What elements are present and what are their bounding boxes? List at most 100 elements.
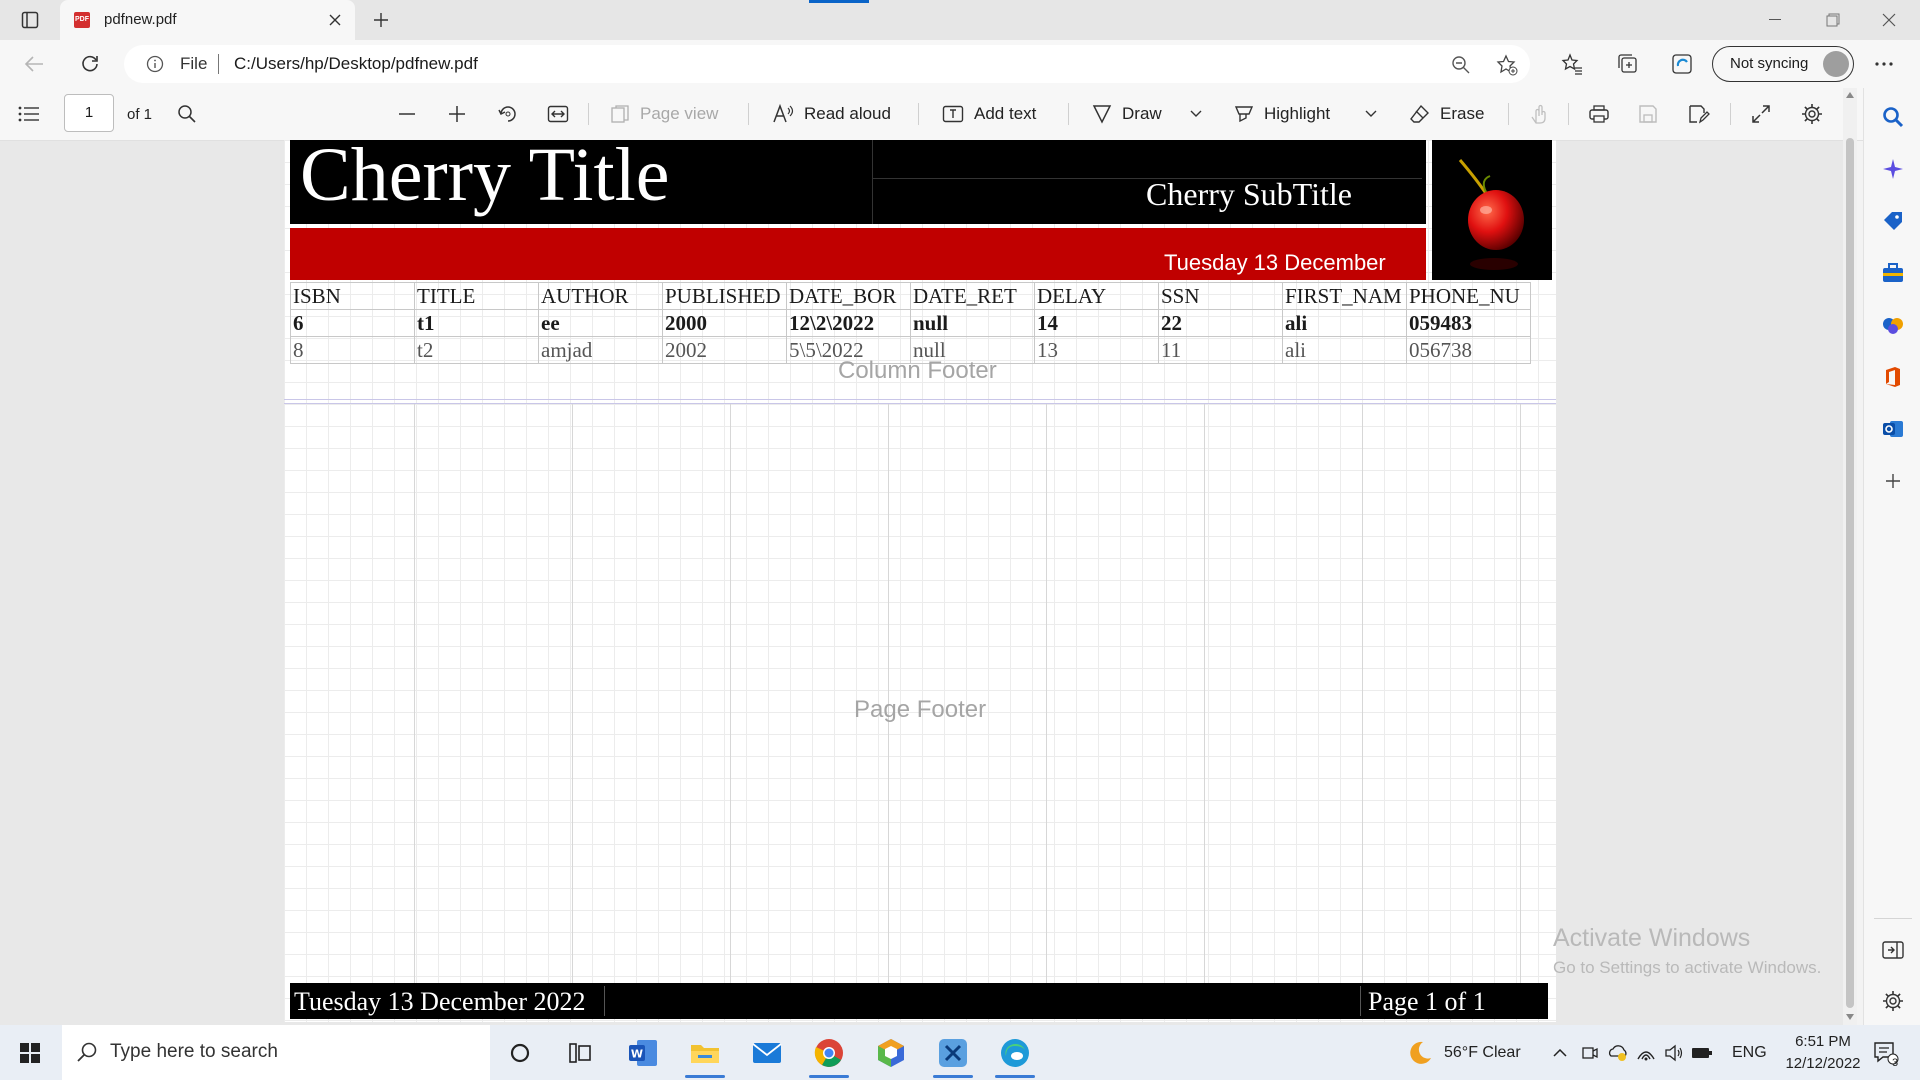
highlight-label: Highlight — [1264, 104, 1331, 123]
column-guide — [1046, 404, 1047, 984]
settings-gear-icon[interactable] — [1801, 98, 1833, 130]
save-icon[interactable] — [1638, 98, 1668, 130]
url-scheme: File — [180, 54, 208, 73]
windows-start-icon[interactable] — [10, 1033, 50, 1073]
page-footer-label: Page Footer — [854, 696, 987, 723]
task-view-icon[interactable] — [560, 1033, 600, 1073]
save-as-icon[interactable] — [1688, 98, 1720, 130]
close-window-button[interactable] — [1866, 4, 1912, 36]
vertical-scrollbar[interactable] — [1843, 88, 1857, 1025]
search-icon[interactable] — [1878, 102, 1908, 132]
cherry-image — [1432, 140, 1552, 280]
shopping-tag-icon[interactable] — [1878, 206, 1908, 236]
minimize-button[interactable] — [1752, 4, 1798, 36]
word-app-icon[interactable]: W — [623, 1033, 663, 1073]
url-text[interactable]: C:/Users/hp/Desktop/pdfnew.pdf — [234, 54, 478, 74]
toolbar-divider — [1568, 103, 1569, 125]
edge-app-icon[interactable] — [995, 1033, 1035, 1073]
table-cell: 2000 — [662, 309, 787, 337]
zoom-in-icon[interactable] — [447, 98, 477, 130]
browser-tab-bar: PDF pdfnew.pdf — [0, 0, 1920, 40]
fit-to-width-icon[interactable] — [547, 98, 579, 130]
draw-button[interactable]: Draw — [1092, 98, 1162, 130]
cube-app-icon[interactable] — [871, 1033, 911, 1073]
draw-options-chevron-icon[interactable] — [1190, 98, 1212, 130]
fullscreen-icon[interactable] — [1751, 98, 1781, 130]
table-header-cell: SSN — [1158, 282, 1283, 310]
office-icon[interactable] — [1878, 362, 1908, 392]
touch-write-icon[interactable] — [1530, 98, 1558, 130]
close-tab-icon[interactable] — [325, 10, 345, 30]
table-cell: 14 — [1034, 309, 1159, 337]
table-cell: 11 — [1158, 336, 1283, 364]
scrollbar-thumb[interactable] — [1846, 138, 1854, 1008]
loading-indicator — [809, 0, 869, 3]
find-icon[interactable] — [177, 98, 207, 130]
info-icon[interactable] — [146, 55, 164, 73]
back-button[interactable] — [18, 48, 50, 80]
table-cell: amjad — [538, 336, 663, 364]
table-cell: 056738 — [1406, 336, 1531, 364]
tab-actions-icon[interactable] — [14, 8, 46, 32]
outlook-icon[interactable] — [1878, 414, 1908, 444]
zoom-icon[interactable] — [1451, 55, 1471, 75]
add-sidebar-app-icon[interactable] — [1878, 466, 1908, 496]
tab-pdfnew[interactable]: PDF pdfnew.pdf — [60, 0, 355, 40]
collections-icon[interactable] — [1614, 52, 1642, 76]
clock[interactable]: 6:51 PM 12/12/2022 — [1780, 1031, 1866, 1075]
page-number-input[interactable]: 1 — [64, 94, 114, 132]
add-favorite-icon[interactable] — [1496, 54, 1518, 76]
browser-essentials-icon[interactable] — [1668, 52, 1696, 76]
active-app-indicator — [933, 1075, 973, 1078]
page-view-button[interactable]: Page view — [610, 98, 718, 130]
hide-sidebar-icon[interactable] — [1878, 935, 1908, 965]
address-bar-row: File C:/Users/hp/Desktop/pdfnew.pdf Not … — [0, 40, 1920, 88]
column-guide — [888, 404, 889, 984]
profile-sync-button[interactable]: Not syncing — [1712, 46, 1854, 82]
highlight-options-chevron-icon[interactable] — [1365, 98, 1387, 130]
mail-app-icon[interactable] — [747, 1033, 787, 1073]
activate-windows-hint: Go to Settings to activate Windows. — [1553, 958, 1822, 977]
report-date: Tuesday 13 December — [1164, 250, 1386, 275]
address-input[interactable]: File C:/Users/hp/Desktop/pdfnew.pdf — [124, 45, 1530, 83]
rotate-icon[interactable] — [497, 98, 529, 130]
read-aloud-button[interactable]: Read aloud — [772, 98, 891, 130]
restore-button[interactable] — [1810, 4, 1856, 36]
discover-sparkle-icon[interactable] — [1878, 154, 1908, 184]
notifications-icon[interactable]: 3 — [1866, 1033, 1906, 1073]
weather-text[interactable]: 56°F Clear — [1444, 1044, 1521, 1062]
favorites-icon[interactable] — [1558, 52, 1586, 76]
table-header-cell: AUTHOR — [538, 282, 663, 310]
toolbar-divider — [748, 103, 749, 125]
file-explorer-icon[interactable] — [685, 1033, 725, 1073]
edge-sidebar — [1863, 88, 1920, 1025]
erase-button[interactable]: Erase — [1410, 98, 1484, 130]
weather-moon-icon[interactable] — [1400, 1033, 1440, 1073]
new-tab-button[interactable] — [367, 8, 395, 32]
more-menu-icon[interactable] — [1870, 52, 1898, 76]
table-header-cell: ISBN — [290, 282, 415, 310]
table-row: 6 t1 ee 2000 12\2\2022 null 14 22 ali 05… — [290, 309, 1531, 337]
draw-label: Draw — [1122, 104, 1162, 123]
taskbar-search-input[interactable]: Type here to search — [62, 1025, 490, 1080]
zoom-out-icon[interactable] — [397, 98, 427, 130]
active-app-indicator — [685, 1075, 725, 1078]
toolbar-divider — [1730, 103, 1731, 125]
cortana-icon[interactable] — [500, 1033, 540, 1073]
activate-windows-watermark: Activate Windows — [1553, 924, 1751, 952]
sidebar-settings-gear-icon[interactable] — [1878, 986, 1908, 1016]
games-icon[interactable] — [1878, 310, 1908, 340]
toolbar-divider — [918, 103, 919, 125]
contents-icon[interactable] — [18, 98, 50, 130]
battery-icon[interactable] — [1682, 1033, 1722, 1073]
tools-briefcase-icon[interactable] — [1878, 258, 1908, 288]
add-text-button[interactable]: Add text — [942, 98, 1036, 130]
language-indicator[interactable]: ENG — [1732, 1044, 1767, 1062]
refresh-button[interactable] — [74, 48, 106, 80]
highlight-button[interactable]: Highlight — [1234, 98, 1330, 130]
visual-studio-installer-icon[interactable] — [933, 1033, 973, 1073]
print-icon[interactable] — [1588, 98, 1620, 130]
table-cell: ali — [1282, 309, 1407, 337]
chrome-app-icon[interactable] — [809, 1033, 849, 1073]
band-boundary — [284, 403, 1556, 404]
